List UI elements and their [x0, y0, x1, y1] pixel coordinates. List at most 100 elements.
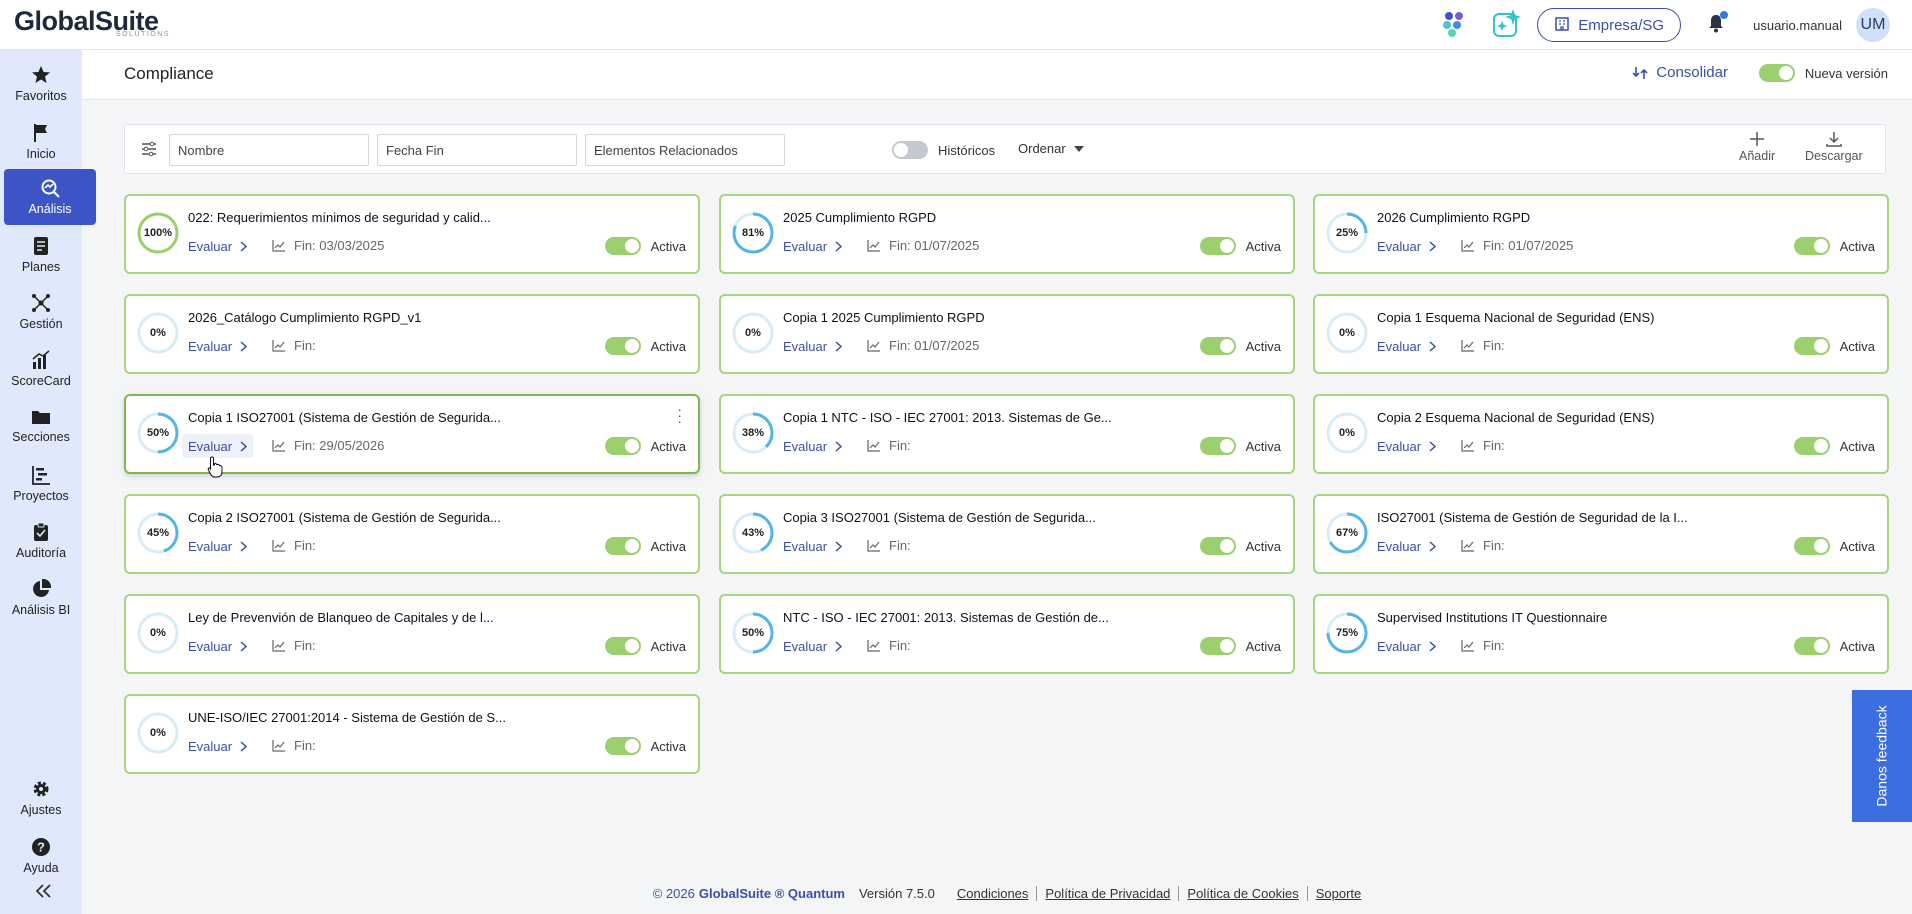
- activa-toggle[interactable]: Activa: [604, 537, 686, 555]
- evaluar-link[interactable]: Evaluar: [1371, 334, 1442, 358]
- compliance-card[interactable]: 43% Copia 3 ISO27001 (Sistema de Gestión …: [719, 494, 1295, 574]
- activa-toggle[interactable]: Activa: [1199, 237, 1281, 255]
- sidebar-item-scorecard[interactable]: ScoreCard: [0, 341, 82, 397]
- card-title[interactable]: Copia 2 Esquema Nacional de Seguridad (E…: [1377, 410, 1837, 425]
- activa-switch[interactable]: [1199, 337, 1236, 355]
- evaluar-link[interactable]: Evaluar: [777, 634, 848, 658]
- activa-toggle[interactable]: Activa: [604, 237, 686, 255]
- footer-link-privacidad[interactable]: Política de Privacidad: [1036, 886, 1178, 901]
- notifications-bell-icon[interactable]: [1707, 10, 1729, 38]
- filter-settings-icon[interactable]: [141, 141, 157, 162]
- card-title[interactable]: 2025 Cumplimiento RGPD: [783, 210, 1243, 225]
- sidebar-item-secciones[interactable]: Secciones: [0, 398, 82, 454]
- activa-toggle[interactable]: Activa: [1793, 237, 1875, 255]
- sidebar-item-ayuda[interactable]: ? Ayuda: [0, 828, 82, 884]
- card-title[interactable]: Copia 1 ISO27001 (Sistema de Gestión de …: [188, 410, 648, 425]
- apps-icon[interactable]: [1439, 8, 1469, 43]
- compliance-card[interactable]: 81% 2025 Cumplimiento RGPD Evaluar Fin: 01/…: [719, 194, 1295, 274]
- card-title[interactable]: Copia 1 NTC - ISO - IEC 27001: 2013. Sis…: [783, 410, 1243, 425]
- activa-switch[interactable]: [1199, 437, 1236, 455]
- ordenar-dropdown[interactable]: Ordenar: [1018, 141, 1084, 156]
- evaluar-link[interactable]: Evaluar: [777, 534, 848, 558]
- activa-switch[interactable]: [1199, 237, 1236, 255]
- sidebar-item-favoritos[interactable]: Favoritos: [0, 56, 82, 112]
- evaluar-link[interactable]: Evaluar: [182, 634, 253, 658]
- compliance-card[interactable]: 0% UNE-ISO/IEC 27001:2014 - Sistema de Ge…: [124, 694, 700, 774]
- activa-switch[interactable]: [604, 737, 641, 755]
- sidebar-item-auditoria[interactable]: Auditoría: [0, 513, 82, 569]
- card-title[interactable]: Copia 2 ISO27001 (Sistema de Gestión de …: [188, 510, 648, 525]
- company-selector-button[interactable]: Empresa/SG: [1537, 8, 1682, 42]
- activa-switch[interactable]: [1793, 437, 1830, 455]
- activa-switch[interactable]: [1199, 637, 1236, 655]
- compliance-card[interactable]: 0% 2026_Catálogo Cumplimiento RGPD_v1 Eval…: [124, 294, 700, 374]
- activa-switch[interactable]: [604, 337, 641, 355]
- compliance-card[interactable]: 25% 2026 Cumplimiento RGPD Evaluar Fin: 01/…: [1313, 194, 1889, 274]
- activa-switch[interactable]: [1793, 237, 1830, 255]
- evaluar-link[interactable]: Evaluar: [182, 234, 253, 258]
- activa-switch[interactable]: [604, 237, 641, 255]
- card-title[interactable]: 022: Requerimientos mínimos de seguridad…: [188, 210, 648, 225]
- card-title[interactable]: Copia 3 ISO27001 (Sistema de Gestión de …: [783, 510, 1243, 525]
- activa-toggle[interactable]: Activa: [1793, 537, 1875, 555]
- card-title[interactable]: 2026 Cumplimiento RGPD: [1377, 210, 1837, 225]
- compliance-card[interactable]: 50% NTC - ISO - IEC 27001: 2013. Sistemas…: [719, 594, 1295, 674]
- more-options-icon[interactable]: · · ·: [677, 402, 682, 428]
- descargar-button[interactable]: Descargar: [1805, 131, 1863, 163]
- evaluar-link[interactable]: Evaluar: [182, 434, 254, 458]
- footer-link-cookies[interactable]: Política de Cookies: [1178, 886, 1306, 901]
- consolidar-button[interactable]: Consolidar: [1632, 64, 1728, 81]
- activa-toggle[interactable]: Activa: [604, 437, 686, 455]
- nombre-input[interactable]: [169, 134, 369, 166]
- compliance-card[interactable]: 45% Copia 2 ISO27001 (Sistema de Gestión …: [124, 494, 700, 574]
- historicos-toggle[interactable]: Históricos: [892, 141, 995, 159]
- footer-link-condiciones[interactable]: Condiciones: [949, 886, 1037, 901]
- new-version-switch[interactable]: [1758, 64, 1795, 82]
- activa-toggle[interactable]: Activa: [1199, 337, 1281, 355]
- evaluar-link[interactable]: Evaluar: [1371, 234, 1442, 258]
- card-title[interactable]: Ley de Prevenvión de Blanqueo de Capital…: [188, 610, 648, 625]
- activa-switch[interactable]: [1199, 537, 1236, 555]
- sidebar-item-analisis[interactable]: Análisis: [4, 169, 96, 225]
- card-title[interactable]: NTC - ISO - IEC 27001: 2013. Sistemas de…: [783, 610, 1243, 625]
- activa-toggle[interactable]: Activa: [604, 737, 686, 755]
- sidebar-item-gestion[interactable]: Gestión: [0, 284, 82, 340]
- compliance-card[interactable]: 0% Copia 1 Esquema Nacional de Seguridad …: [1313, 294, 1889, 374]
- sidebar-item-analisis-bi[interactable]: Análisis BI: [0, 570, 82, 626]
- compliance-card[interactable]: 100% 022: Requerimientos mínimos de segur…: [124, 194, 700, 274]
- card-title[interactable]: Copia 1 2025 Cumplimiento RGPD: [783, 310, 1243, 325]
- activa-switch[interactable]: [604, 437, 641, 455]
- ai-sparkle-icon[interactable]: [1491, 7, 1523, 44]
- activa-toggle[interactable]: Activa: [1199, 537, 1281, 555]
- card-title[interactable]: Copia 1 Esquema Nacional de Seguridad (E…: [1377, 310, 1837, 325]
- compliance-card[interactable]: 0% Ley de Prevenvión de Blanqueo de Capit…: [124, 594, 700, 674]
- activa-switch[interactable]: [1793, 537, 1830, 555]
- evaluar-link[interactable]: Evaluar: [777, 434, 848, 458]
- username[interactable]: usuario.manual: [1753, 18, 1842, 33]
- feedback-button[interactable]: Danos feedback: [1852, 690, 1912, 822]
- sidebar-item-ajustes[interactable]: Ajustes: [0, 770, 82, 826]
- compliance-card[interactable]: 0% Copia 1 2025 Cumplimiento RGPD Evaluar F…: [719, 294, 1295, 374]
- evaluar-link[interactable]: Evaluar: [182, 734, 253, 758]
- sidebar-item-proyectos[interactable]: Proyectos: [0, 456, 82, 512]
- logo[interactable]: GlobalSuite SOLUTIONS: [14, 8, 170, 39]
- anadir-button[interactable]: Añadir: [1739, 131, 1775, 163]
- activa-toggle[interactable]: Activa: [604, 637, 686, 655]
- evaluar-link[interactable]: Evaluar: [182, 534, 253, 558]
- activa-switch[interactable]: [1793, 337, 1830, 355]
- sidebar-item-planes[interactable]: Planes: [0, 227, 82, 283]
- activa-toggle[interactable]: Activa: [1199, 437, 1281, 455]
- evaluar-link[interactable]: Evaluar: [777, 234, 848, 258]
- activa-switch[interactable]: [604, 537, 641, 555]
- card-title[interactable]: 2026_Catálogo Cumplimiento RGPD_v1: [188, 310, 648, 325]
- activa-toggle[interactable]: Activa: [1793, 437, 1875, 455]
- compliance-card[interactable]: 0% Copia 2 Esquema Nacional de Seguridad …: [1313, 394, 1889, 474]
- fecha-fin-input[interactable]: [377, 134, 577, 166]
- evaluar-link[interactable]: Evaluar: [182, 334, 253, 358]
- evaluar-link[interactable]: Evaluar: [1371, 534, 1442, 558]
- activa-toggle[interactable]: Activa: [604, 337, 686, 355]
- activa-toggle[interactable]: Activa: [1199, 637, 1281, 655]
- activa-switch[interactable]: [1793, 637, 1830, 655]
- footer-link-soporte[interactable]: Soporte: [1306, 886, 1370, 901]
- avatar[interactable]: UM: [1856, 8, 1890, 42]
